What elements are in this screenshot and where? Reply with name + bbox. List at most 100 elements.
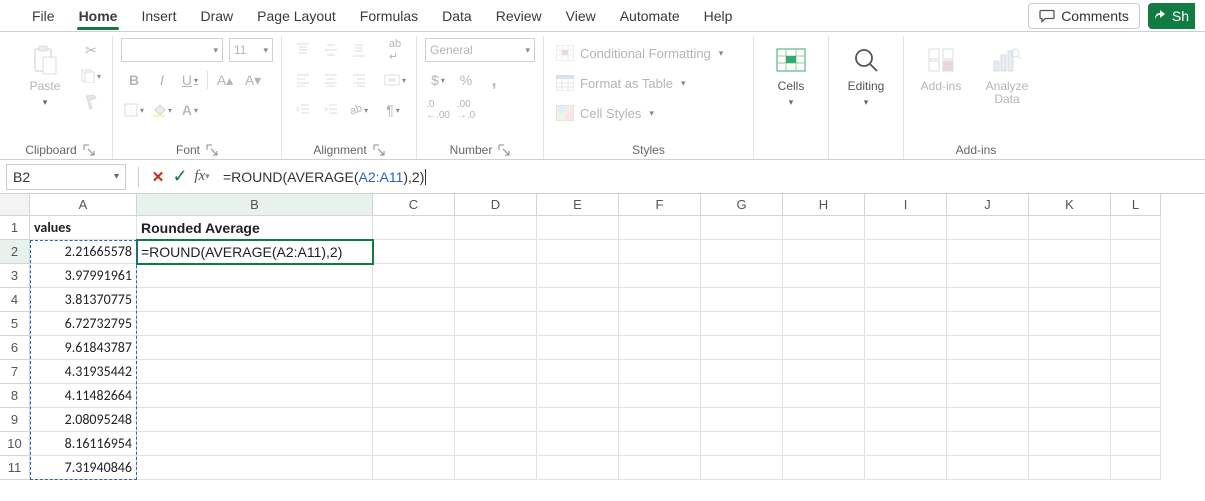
formula-input[interactable]: =ROUND(AVERAGE(A2:A11),2): [213, 164, 1205, 190]
cell-L4[interactable]: [1111, 288, 1161, 312]
cell-I8[interactable]: [865, 384, 947, 408]
col-header-E[interactable]: E: [537, 194, 619, 216]
tab-automate[interactable]: Automate: [608, 2, 692, 29]
cell-J1[interactable]: [947, 216, 1029, 240]
cell-L10[interactable]: [1111, 432, 1161, 456]
cell-D3[interactable]: [455, 264, 537, 288]
name-box[interactable]: B2 ▾: [6, 164, 126, 190]
cell-H7[interactable]: [783, 360, 865, 384]
enter-formula-button[interactable]: ✓: [169, 166, 191, 188]
cell-B11[interactable]: [137, 456, 373, 480]
addins-button[interactable]: Add-ins: [912, 38, 970, 95]
dialog-launcher-icon[interactable]: [206, 144, 218, 156]
cell-A8[interactable]: 4.11482664: [30, 384, 137, 408]
row-header-8[interactable]: 8: [0, 384, 30, 408]
cell-E1[interactable]: [537, 216, 619, 240]
cell-G3[interactable]: [701, 264, 783, 288]
dialog-launcher-icon[interactable]: [498, 144, 510, 156]
dialog-launcher-icon[interactable]: [83, 144, 95, 156]
cell-E8[interactable]: [537, 384, 619, 408]
cell-L8[interactable]: [1111, 384, 1161, 408]
col-header-I[interactable]: I: [865, 194, 947, 216]
cell-K11[interactable]: [1029, 456, 1111, 480]
font-color-button[interactable]: A: [177, 98, 203, 122]
cell-A11[interactable]: 7.31940846: [30, 456, 137, 480]
cell-C3[interactable]: [373, 264, 455, 288]
cell-E11[interactable]: [537, 456, 619, 480]
row-header-10[interactable]: 10: [0, 432, 30, 456]
paste-button[interactable]: Paste ▾: [16, 38, 74, 110]
cell-K4[interactable]: [1029, 288, 1111, 312]
decrease-decimal-button[interactable]: .00→.0: [453, 98, 479, 122]
cell-E5[interactable]: [537, 312, 619, 336]
cell-L6[interactable]: [1111, 336, 1161, 360]
conditional-formatting-button[interactable]: Conditional Formatting▾: [556, 40, 723, 66]
cell-H2[interactable]: [783, 240, 865, 264]
cell-F8[interactable]: [619, 384, 701, 408]
col-header-F[interactable]: F: [619, 194, 701, 216]
cell-K7[interactable]: [1029, 360, 1111, 384]
col-header-G[interactable]: G: [701, 194, 783, 216]
cell-A7[interactable]: 4.31935442: [30, 360, 137, 384]
currency-button[interactable]: $: [425, 68, 451, 92]
cell-B2[interactable]: =ROUND(AVERAGE(A2:A11),2): [137, 240, 373, 264]
cell-E3[interactable]: [537, 264, 619, 288]
cell-D6[interactable]: [455, 336, 537, 360]
cell-G6[interactable]: [701, 336, 783, 360]
analyze-data-button[interactable]: AnalyzeData: [974, 38, 1040, 108]
align-bottom-button[interactable]: [346, 38, 372, 62]
tab-review[interactable]: Review: [484, 2, 554, 29]
font-name-combo[interactable]: ▾: [121, 38, 223, 62]
cell-H1[interactable]: [783, 216, 865, 240]
row-header-6[interactable]: 6: [0, 336, 30, 360]
cell-G7[interactable]: [701, 360, 783, 384]
cell-D10[interactable]: [455, 432, 537, 456]
cell-G11[interactable]: [701, 456, 783, 480]
cell-K5[interactable]: [1029, 312, 1111, 336]
tab-view[interactable]: View: [554, 2, 608, 29]
insert-function-button[interactable]: fx▾: [191, 166, 213, 188]
borders-button[interactable]: [121, 98, 147, 122]
cell-J3[interactable]: [947, 264, 1029, 288]
cell-K9[interactable]: [1029, 408, 1111, 432]
cell-L7[interactable]: [1111, 360, 1161, 384]
cell-D11[interactable]: [455, 456, 537, 480]
cell-A2[interactable]: 2.21665578: [30, 240, 137, 264]
align-left-button[interactable]: [290, 68, 316, 92]
align-right-button[interactable]: [346, 68, 372, 92]
row-header-3[interactable]: 3: [0, 264, 30, 288]
cell-I5[interactable]: [865, 312, 947, 336]
col-header-B[interactable]: B: [137, 194, 373, 216]
cell-A6[interactable]: 9.61843787: [30, 336, 137, 360]
row-header-9[interactable]: 9: [0, 408, 30, 432]
cell-J2[interactable]: [947, 240, 1029, 264]
cell-G8[interactable]: [701, 384, 783, 408]
col-header-L[interactable]: L: [1111, 194, 1161, 216]
cell-C7[interactable]: [373, 360, 455, 384]
cell-H10[interactable]: [783, 432, 865, 456]
cell-D8[interactable]: [455, 384, 537, 408]
col-header-K[interactable]: K: [1029, 194, 1111, 216]
cell-A9[interactable]: 2.08095248: [30, 408, 137, 432]
cell-J7[interactable]: [947, 360, 1029, 384]
cell-E6[interactable]: [537, 336, 619, 360]
select-all-corner[interactable]: [0, 194, 30, 216]
cell-I2[interactable]: [865, 240, 947, 264]
cell-C8[interactable]: [373, 384, 455, 408]
cell-D2[interactable]: [455, 240, 537, 264]
tab-draw[interactable]: Draw: [188, 2, 245, 29]
cell-C6[interactable]: [373, 336, 455, 360]
row-header-4[interactable]: 4: [0, 288, 30, 312]
underline-button[interactable]: U: [177, 68, 203, 92]
cell-L2[interactable]: [1111, 240, 1161, 264]
cell-A4[interactable]: 3.81370775: [30, 288, 137, 312]
cell-G9[interactable]: [701, 408, 783, 432]
wrap-text-button[interactable]: ab↵: [382, 38, 408, 62]
cell-J8[interactable]: [947, 384, 1029, 408]
cell-J6[interactable]: [947, 336, 1029, 360]
align-middle-button[interactable]: [318, 38, 344, 62]
cell-C9[interactable]: [373, 408, 455, 432]
align-top-button[interactable]: [290, 38, 316, 62]
cell-F4[interactable]: [619, 288, 701, 312]
cell-K1[interactable]: [1029, 216, 1111, 240]
